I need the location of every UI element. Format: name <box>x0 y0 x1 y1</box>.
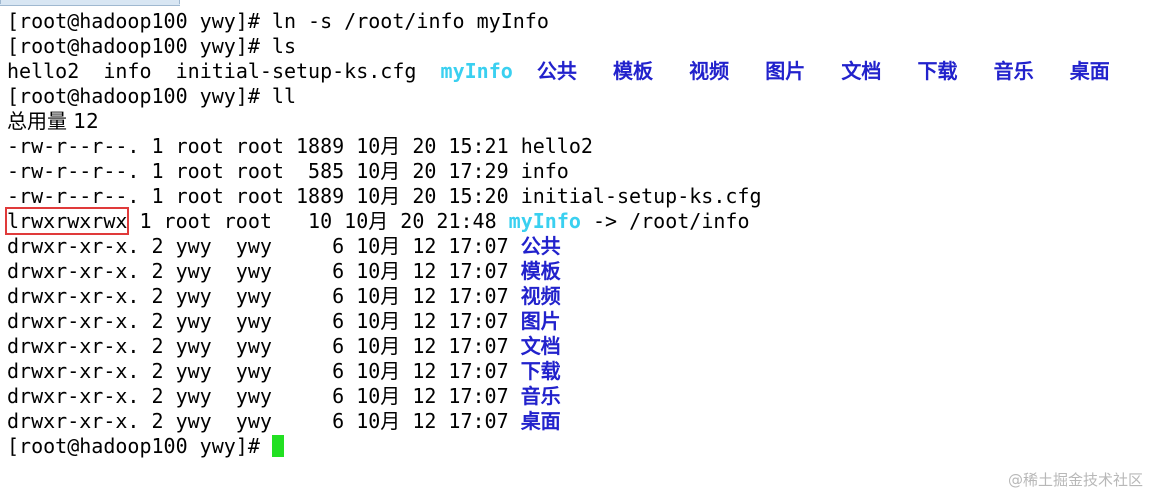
ll-row-dir: drwxr-xr-x. 2 ywy ywy 6 10月 12 17:07 视频 <box>7 284 1110 309</box>
ll-total: 总用量 12 <box>7 109 99 133</box>
ll-meta: drwxr-xr-x. 2 ywy ywy 6 10月 12 17:07 <box>7 384 521 408</box>
ll-row: -rw-r--r--. 1 root root 1889 10月 20 15:2… <box>7 184 1110 209</box>
ls-file: info <box>103 59 152 83</box>
ll-meta: -rw-r--r--. 1 root root 1889 10月 20 15:2… <box>7 134 521 158</box>
terminal-tab[interactable] <box>0 0 180 6</box>
command-text: ls <box>271 34 297 58</box>
command-text: ll <box>271 84 297 108</box>
ll-row: -rw-r--r--. 1 root root 1889 10月 20 15:2… <box>7 134 1110 159</box>
text-cursor[interactable] <box>271 435 284 457</box>
ls-dir: 图片 <box>765 59 806 83</box>
ll-row-dir: drwxr-xr-x. 2 ywy ywy 6 10月 12 17:07 音乐 <box>7 384 1110 409</box>
shell-prompt: [root@hadoop100 ywy]# <box>7 434 260 458</box>
ll-row-dir: drwxr-xr-x. 2 ywy ywy 6 10月 12 17:07 文档 <box>7 334 1110 359</box>
ll-meta: drwxr-xr-x. 2 ywy ywy 6 10月 12 17:07 <box>7 334 521 358</box>
command-line-ln: [root@hadoop100 ywy]# ln -s /root/info m… <box>7 9 1110 34</box>
terminal-output: [root@hadoop100 ywy]# ln -s /root/info m… <box>4 9 1110 459</box>
command-line-ls: [root@hadoop100 ywy]# ls <box>7 34 1110 59</box>
tab-accent <box>0 0 180 4</box>
ll-dirname: 视频 <box>520 284 561 308</box>
command-line-ll: [root@hadoop100 ywy]# ll <box>7 84 1110 109</box>
ll-meta: drwxr-xr-x. 2 ywy ywy 6 10月 12 17:07 <box>7 409 521 433</box>
shell-prompt: [root@hadoop100 ywy]# <box>7 34 260 58</box>
ll-dirname: 音乐 <box>520 384 561 408</box>
ls-dir: 文档 <box>841 59 882 83</box>
ll-symlink-target: -> /root/info <box>580 209 750 233</box>
ls-dir: 桌面 <box>1069 59 1110 83</box>
ll-meta: drwxr-xr-x. 2 ywy ywy 6 10月 12 17:07 <box>7 359 521 383</box>
ll-row: -rw-r--r--. 1 root root 585 10月 20 17:29… <box>7 159 1110 184</box>
ls-output-line: hello2 info initial-setup-ks.cfg myInfo … <box>7 59 1110 84</box>
ll-meta: -rw-r--r--. 1 root root 1889 10月 20 15:2… <box>7 184 521 208</box>
ll-row-dir: drwxr-xr-x. 2 ywy ywy 6 10月 12 17:07 桌面 <box>7 409 1110 434</box>
ls-dir: 下载 <box>917 59 958 83</box>
ll-meta: drwxr-xr-x. 2 ywy ywy 6 10月 12 17:07 <box>7 234 521 258</box>
shell-prompt: [root@hadoop100 ywy]# <box>7 84 260 108</box>
ll-meta: drwxr-xr-x. 2 ywy ywy 6 10月 12 17:07 <box>7 284 521 308</box>
shell-prompt: [root@hadoop100 ywy]# <box>7 9 260 33</box>
ll-dirname: 下载 <box>520 359 561 383</box>
ls-dir: 音乐 <box>993 59 1034 83</box>
ll-row-dir: drwxr-xr-x. 2 ywy ywy 6 10月 12 17:07 下载 <box>7 359 1110 384</box>
ll-meta: drwxr-xr-x. 2 ywy ywy 6 10月 12 17:07 <box>7 259 521 283</box>
ll-filename: initial-setup-ks.cfg <box>520 184 762 208</box>
active-prompt-line[interactable]: [root@hadoop100 ywy]# <box>7 434 1110 459</box>
highlighted-permissions: lrwxrwxrwx <box>4 207 130 235</box>
command-text: ln -s /root/info myInfo <box>271 9 549 33</box>
ll-dirname: 桌面 <box>520 409 561 433</box>
ll-row-dir: drwxr-xr-x. 2 ywy ywy 6 10月 12 17:07 模板 <box>7 259 1110 284</box>
ll-dirname: 公共 <box>520 234 561 258</box>
ll-row-dir: drwxr-xr-x. 2 ywy ywy 6 10月 12 17:07 图片 <box>7 309 1110 334</box>
ll-dirname: 文档 <box>520 334 561 358</box>
ls-symlink: myInfo <box>440 59 513 83</box>
ll-meta: -rw-r--r--. 1 root root 585 10月 20 17:29 <box>7 159 521 183</box>
ll-meta: 1 root root 10 10月 20 21:48 <box>127 209 509 233</box>
ll-dirname: 图片 <box>520 309 561 333</box>
ll-meta: drwxr-xr-x. 2 ywy ywy 6 10月 12 17:07 <box>7 309 521 333</box>
ll-filename: info <box>520 159 569 183</box>
ll-row-symlink: lrwxrwxrwx 1 root root 10 10月 20 21:48 m… <box>4 207 1110 235</box>
ls-dir: 视频 <box>689 59 730 83</box>
terminal-window[interactable]: [root@hadoop100 ywy]# ln -s /root/info m… <box>0 0 1153 498</box>
ll-total-line: 总用量 12 <box>7 109 1110 134</box>
ll-row-dir: drwxr-xr-x. 2 ywy ywy 6 10月 12 17:07 公共 <box>7 234 1110 259</box>
ll-dirname: 模板 <box>520 259 561 283</box>
ll-symlink-name: myInfo <box>508 209 581 233</box>
ls-dir: 公共 <box>536 59 577 83</box>
ll-filename: hello2 <box>520 134 593 158</box>
ls-dir: 模板 <box>613 59 653 83</box>
watermark: @稀土掘金技术社区 <box>1007 471 1143 489</box>
ls-file: hello2 <box>7 59 80 83</box>
ls-file: initial-setup-ks.cfg <box>175 59 417 83</box>
